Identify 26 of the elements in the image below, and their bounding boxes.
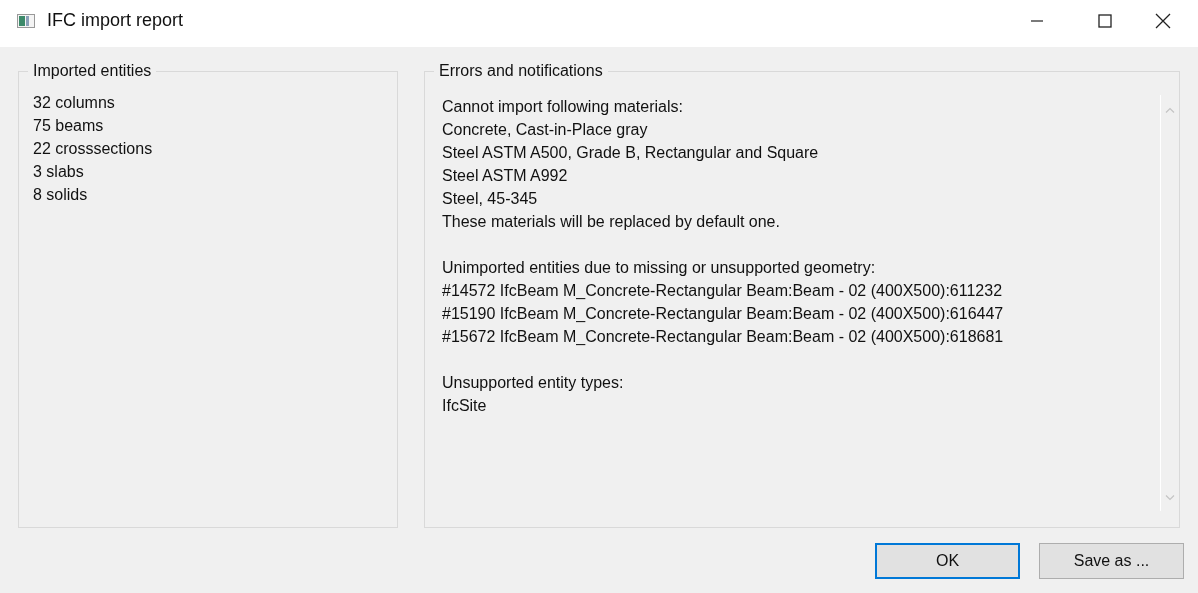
report-line: #14572 IfcBeam M_Concrete-Rectangular Beam:Beam - 02 (400X500):611232 — [442, 281, 1004, 301]
report-line: These materials will be replaced by default one. — [442, 212, 781, 232]
entity-count-text: 75 beams — [33, 116, 105, 136]
scroll-down-icon[interactable] — [1165, 495, 1175, 501]
report-line: Concrete, Cast-in-Place gray — [442, 120, 649, 140]
report-line: #15672 IfcBeam M_Concrete-Rectangular Beam:Beam - 02 (400X500):618681 — [442, 327, 1005, 347]
report-line: IfcSite — [442, 396, 488, 416]
report-line: Steel ASTM A500, Grade B, Rectangular and Square — [442, 143, 820, 163]
entity-count-text: 8 solids — [33, 185, 89, 205]
window-title: IFC import report — [47, 10, 184, 31]
app-icon — [17, 13, 35, 28]
dialog-button[interactable]: OK — [875, 543, 1020, 579]
dialog-button[interactable]: Save as ... — [1039, 543, 1184, 579]
report-line: Steel, 45-345 — [442, 189, 539, 209]
scroll-up-icon[interactable] — [1165, 107, 1175, 113]
entity-count-text: 32 columns — [33, 93, 116, 113]
report-line: Steel ASTM A992 — [442, 166, 569, 186]
entity-count-text: 22 crosssections — [33, 139, 154, 159]
report-line: Unsupported entity types: — [442, 373, 625, 393]
report-line: Unimported entities due to missing or unsupported geometry: — [442, 258, 877, 278]
entity-count-text: 3 slabs — [33, 162, 85, 182]
maximize-icon — [1098, 13, 1112, 28]
report-line: #15190 IfcBeam M_Concrete-Rectangular Beam:Beam - 02 (400X500):616447 — [442, 304, 1005, 324]
close-icon — [1155, 12, 1171, 29]
report-line: Cannot import following materials: — [442, 97, 684, 117]
group-title: Imported entities — [28, 61, 157, 81]
